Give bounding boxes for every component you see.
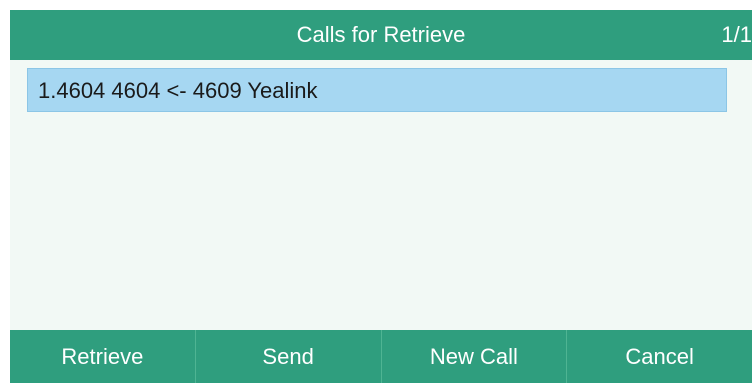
title-bar: Calls for Retrieve 1/1 bbox=[10, 10, 752, 60]
new-call-button[interactable]: New Call bbox=[382, 330, 568, 383]
page-indicator: 1/1 bbox=[721, 22, 752, 47]
softkey-bar: Retrieve Send New Call Cancel bbox=[10, 330, 752, 383]
phone-screen: Calls for Retrieve 1/1 1.4604 4604 <- 46… bbox=[10, 10, 752, 383]
cancel-button[interactable]: Cancel bbox=[567, 330, 752, 383]
parked-calls-list: 1.4604 4604 <- 4609 Yealink bbox=[10, 60, 752, 330]
send-button[interactable]: Send bbox=[196, 330, 382, 383]
list-item-parked-call[interactable]: 1.4604 4604 <- 4609 Yealink bbox=[27, 68, 727, 112]
page-title: Calls for Retrieve bbox=[296, 22, 466, 47]
retrieve-button[interactable]: Retrieve bbox=[10, 330, 196, 383]
